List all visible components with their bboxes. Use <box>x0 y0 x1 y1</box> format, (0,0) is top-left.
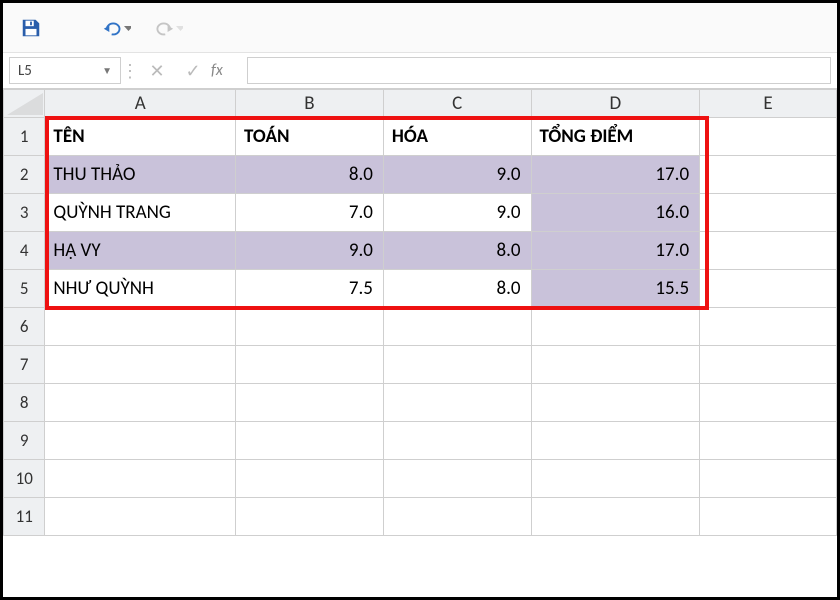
cell[interactable] <box>45 422 236 460</box>
cell[interactable]: NHƯ QUỲNH <box>45 270 236 308</box>
cell[interactable] <box>531 498 700 536</box>
cell[interactable] <box>383 346 531 384</box>
quick-access-toolbar <box>3 3 837 53</box>
col-header-c[interactable]: C <box>383 90 531 118</box>
cell[interactable] <box>700 118 837 156</box>
cell[interactable] <box>531 384 700 422</box>
name-box[interactable]: L5 ▼ <box>9 57 121 84</box>
cell[interactable] <box>700 346 837 384</box>
cell[interactable] <box>700 194 837 232</box>
cell[interactable] <box>700 308 837 346</box>
cell[interactable]: TÊN <box>45 118 236 156</box>
cell[interactable] <box>531 308 700 346</box>
cell[interactable]: 7.5 <box>236 270 384 308</box>
cell[interactable] <box>531 422 700 460</box>
row-header[interactable]: 7 <box>4 346 45 384</box>
confirm-formula-button[interactable]: ✓ <box>175 53 211 88</box>
cell[interactable]: 17.0 <box>531 232 700 270</box>
cell[interactable] <box>236 308 384 346</box>
undo-button[interactable] <box>103 14 131 42</box>
cell[interactable]: 8.0 <box>383 270 531 308</box>
select-all-corner[interactable] <box>4 90 45 118</box>
cell[interactable] <box>383 422 531 460</box>
redo-dropdown-caret-icon <box>176 21 183 35</box>
cell[interactable]: 9.0 <box>383 194 531 232</box>
formula-input[interactable] <box>247 57 831 84</box>
cell[interactable] <box>236 498 384 536</box>
cell[interactable]: 7.0 <box>236 194 384 232</box>
cell[interactable]: TỔNG ĐIỂM <box>531 118 700 156</box>
fx-label[interactable]: fx <box>211 53 247 88</box>
cell[interactable] <box>45 498 236 536</box>
row-header[interactable]: 2 <box>4 156 45 194</box>
cell[interactable]: 16.0 <box>531 194 700 232</box>
row-header[interactable]: 10 <box>4 460 45 498</box>
row-header[interactable]: 3 <box>4 194 45 232</box>
cell[interactable]: 9.0 <box>236 232 384 270</box>
row-header[interactable]: 1 <box>4 118 45 156</box>
cell[interactable] <box>700 232 837 270</box>
cell[interactable]: QUỲNH TRANG <box>45 194 236 232</box>
cell[interactable] <box>45 460 236 498</box>
cell[interactable]: 9.0 <box>383 156 531 194</box>
cell[interactable]: HẠ VY <box>45 232 236 270</box>
row-header[interactable]: 8 <box>4 384 45 422</box>
cell[interactable] <box>700 270 837 308</box>
cell[interactable] <box>700 156 837 194</box>
cell[interactable] <box>383 308 531 346</box>
cell[interactable] <box>700 460 837 498</box>
name-box-value: L5 <box>18 62 32 80</box>
cell[interactable]: 17.0 <box>531 156 700 194</box>
cell[interactable] <box>531 346 700 384</box>
cell[interactable] <box>700 498 837 536</box>
col-header-b[interactable]: B <box>236 90 384 118</box>
row-header[interactable]: 4 <box>4 232 45 270</box>
row-header[interactable]: 5 <box>4 270 45 308</box>
formula-bar-row: L5 ▼ ⋮ ✕ ✓ fx <box>3 53 837 89</box>
undo-dropdown-caret-icon[interactable] <box>124 21 131 35</box>
undo-icon <box>103 18 122 38</box>
cell[interactable]: 15.5 <box>531 270 700 308</box>
cell[interactable] <box>700 422 837 460</box>
cell[interactable] <box>383 498 531 536</box>
cancel-formula-button[interactable]: ✕ <box>139 53 175 88</box>
cell[interactable]: 8.0 <box>383 232 531 270</box>
col-header-e[interactable]: E <box>700 90 837 118</box>
cell[interactable] <box>45 346 236 384</box>
cell[interactable]: HÓA <box>383 118 531 156</box>
cell[interactable]: THU THẢO <box>45 156 236 194</box>
cell[interactable]: TOÁN <box>236 118 384 156</box>
save-button[interactable] <box>17 14 45 42</box>
row-header[interactable]: 11 <box>4 498 45 536</box>
cell[interactable] <box>236 460 384 498</box>
save-icon <box>20 17 42 39</box>
cell[interactable] <box>700 384 837 422</box>
cell[interactable] <box>236 346 384 384</box>
cell[interactable] <box>383 460 531 498</box>
formula-bar-grip-icon: ⋮ <box>121 53 139 88</box>
cell[interactable] <box>383 384 531 422</box>
col-header-d[interactable]: D <box>531 90 700 118</box>
cell[interactable] <box>236 422 384 460</box>
cell[interactable] <box>531 460 700 498</box>
cell[interactable]: 8.0 <box>236 156 384 194</box>
row-header[interactable]: 9 <box>4 422 45 460</box>
redo-button[interactable] <box>155 14 183 42</box>
redo-icon <box>155 18 174 38</box>
cell[interactable] <box>236 384 384 422</box>
name-box-caret-icon[interactable]: ▼ <box>102 64 112 77</box>
col-header-a[interactable]: A <box>45 90 236 118</box>
cell[interactable] <box>45 384 236 422</box>
cell[interactable] <box>45 308 236 346</box>
row-header[interactable]: 6 <box>4 308 45 346</box>
spreadsheet-grid[interactable]: A B C D E 1 TÊN TOÁN HÓA TỔNG ĐIỂM 2 <box>3 89 837 597</box>
